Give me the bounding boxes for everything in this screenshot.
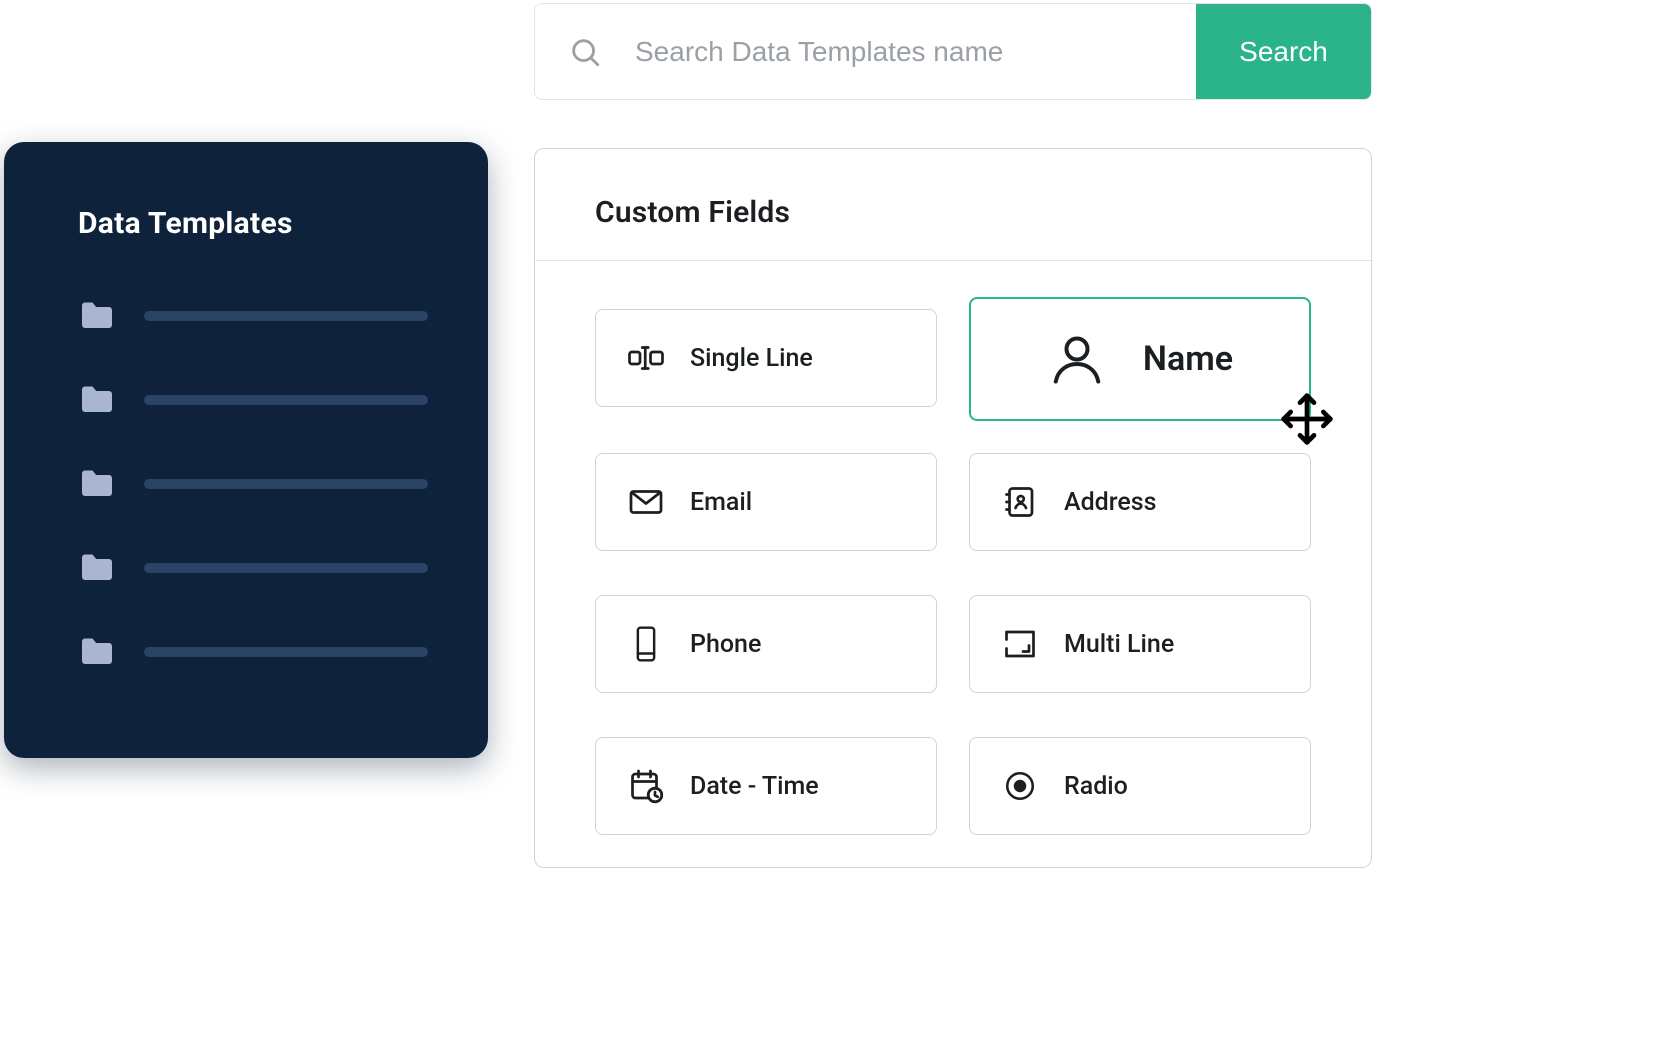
address-book-icon <box>1002 484 1038 520</box>
sidebar-item-placeholder <box>144 479 428 489</box>
data-templates-sidebar: Data Templates <box>4 142 488 758</box>
search-input[interactable] <box>635 4 1196 99</box>
field-radio[interactable]: Radio <box>969 737 1311 835</box>
search-button[interactable]: Search <box>1196 4 1371 99</box>
field-label: Address <box>1064 488 1156 517</box>
field-single-line[interactable]: Single Line <box>595 309 937 407</box>
folder-icon <box>78 385 116 415</box>
field-label: Email <box>690 488 752 517</box>
panel-header: Custom Fields <box>535 149 1371 261</box>
sidebar-item-placeholder <box>144 311 428 321</box>
envelope-icon <box>628 484 664 520</box>
field-label: Single Line <box>690 344 813 373</box>
folder-icon <box>78 469 116 499</box>
field-label: Multi Line <box>1064 630 1174 659</box>
radio-icon <box>1002 768 1038 804</box>
sidebar-item[interactable] <box>78 637 428 667</box>
field-address[interactable]: Address <box>969 453 1311 551</box>
move-icon <box>1279 391 1335 447</box>
panel-title: Custom Fields <box>595 195 1311 230</box>
field-label: Name <box>1143 339 1233 379</box>
person-icon <box>1047 329 1107 389</box>
folder-icon <box>78 637 116 667</box>
search-icon <box>535 4 635 99</box>
text-input-icon <box>628 340 664 376</box>
sidebar-item[interactable] <box>78 301 428 331</box>
sidebar-list <box>78 301 428 667</box>
field-name[interactable]: Name <box>969 297 1311 421</box>
sidebar-item[interactable] <box>78 469 428 499</box>
sidebar-item[interactable] <box>78 553 428 583</box>
folder-icon <box>78 301 116 331</box>
field-label: Phone <box>690 630 761 659</box>
field-label: Radio <box>1064 772 1128 801</box>
search-bar: Search <box>534 3 1372 100</box>
field-phone[interactable]: Phone <box>595 595 937 693</box>
sidebar-item-placeholder <box>144 563 428 573</box>
sidebar-title: Data Templates <box>78 206 428 241</box>
field-email[interactable]: Email <box>595 453 937 551</box>
sidebar-item-placeholder <box>144 647 428 657</box>
panel-body: Single Line Name <box>535 261 1371 875</box>
multiline-icon <box>1002 626 1038 662</box>
calendar-clock-icon <box>628 768 664 804</box>
field-date-time[interactable]: Date - Time <box>595 737 937 835</box>
sidebar-item[interactable] <box>78 385 428 415</box>
field-multi-line[interactable]: Multi Line <box>969 595 1311 693</box>
sidebar-item-placeholder <box>144 395 428 405</box>
phone-icon <box>628 626 664 662</box>
custom-fields-panel: Custom Fields Single Line <box>534 148 1372 868</box>
folder-icon <box>78 553 116 583</box>
field-label: Date - Time <box>690 772 819 801</box>
